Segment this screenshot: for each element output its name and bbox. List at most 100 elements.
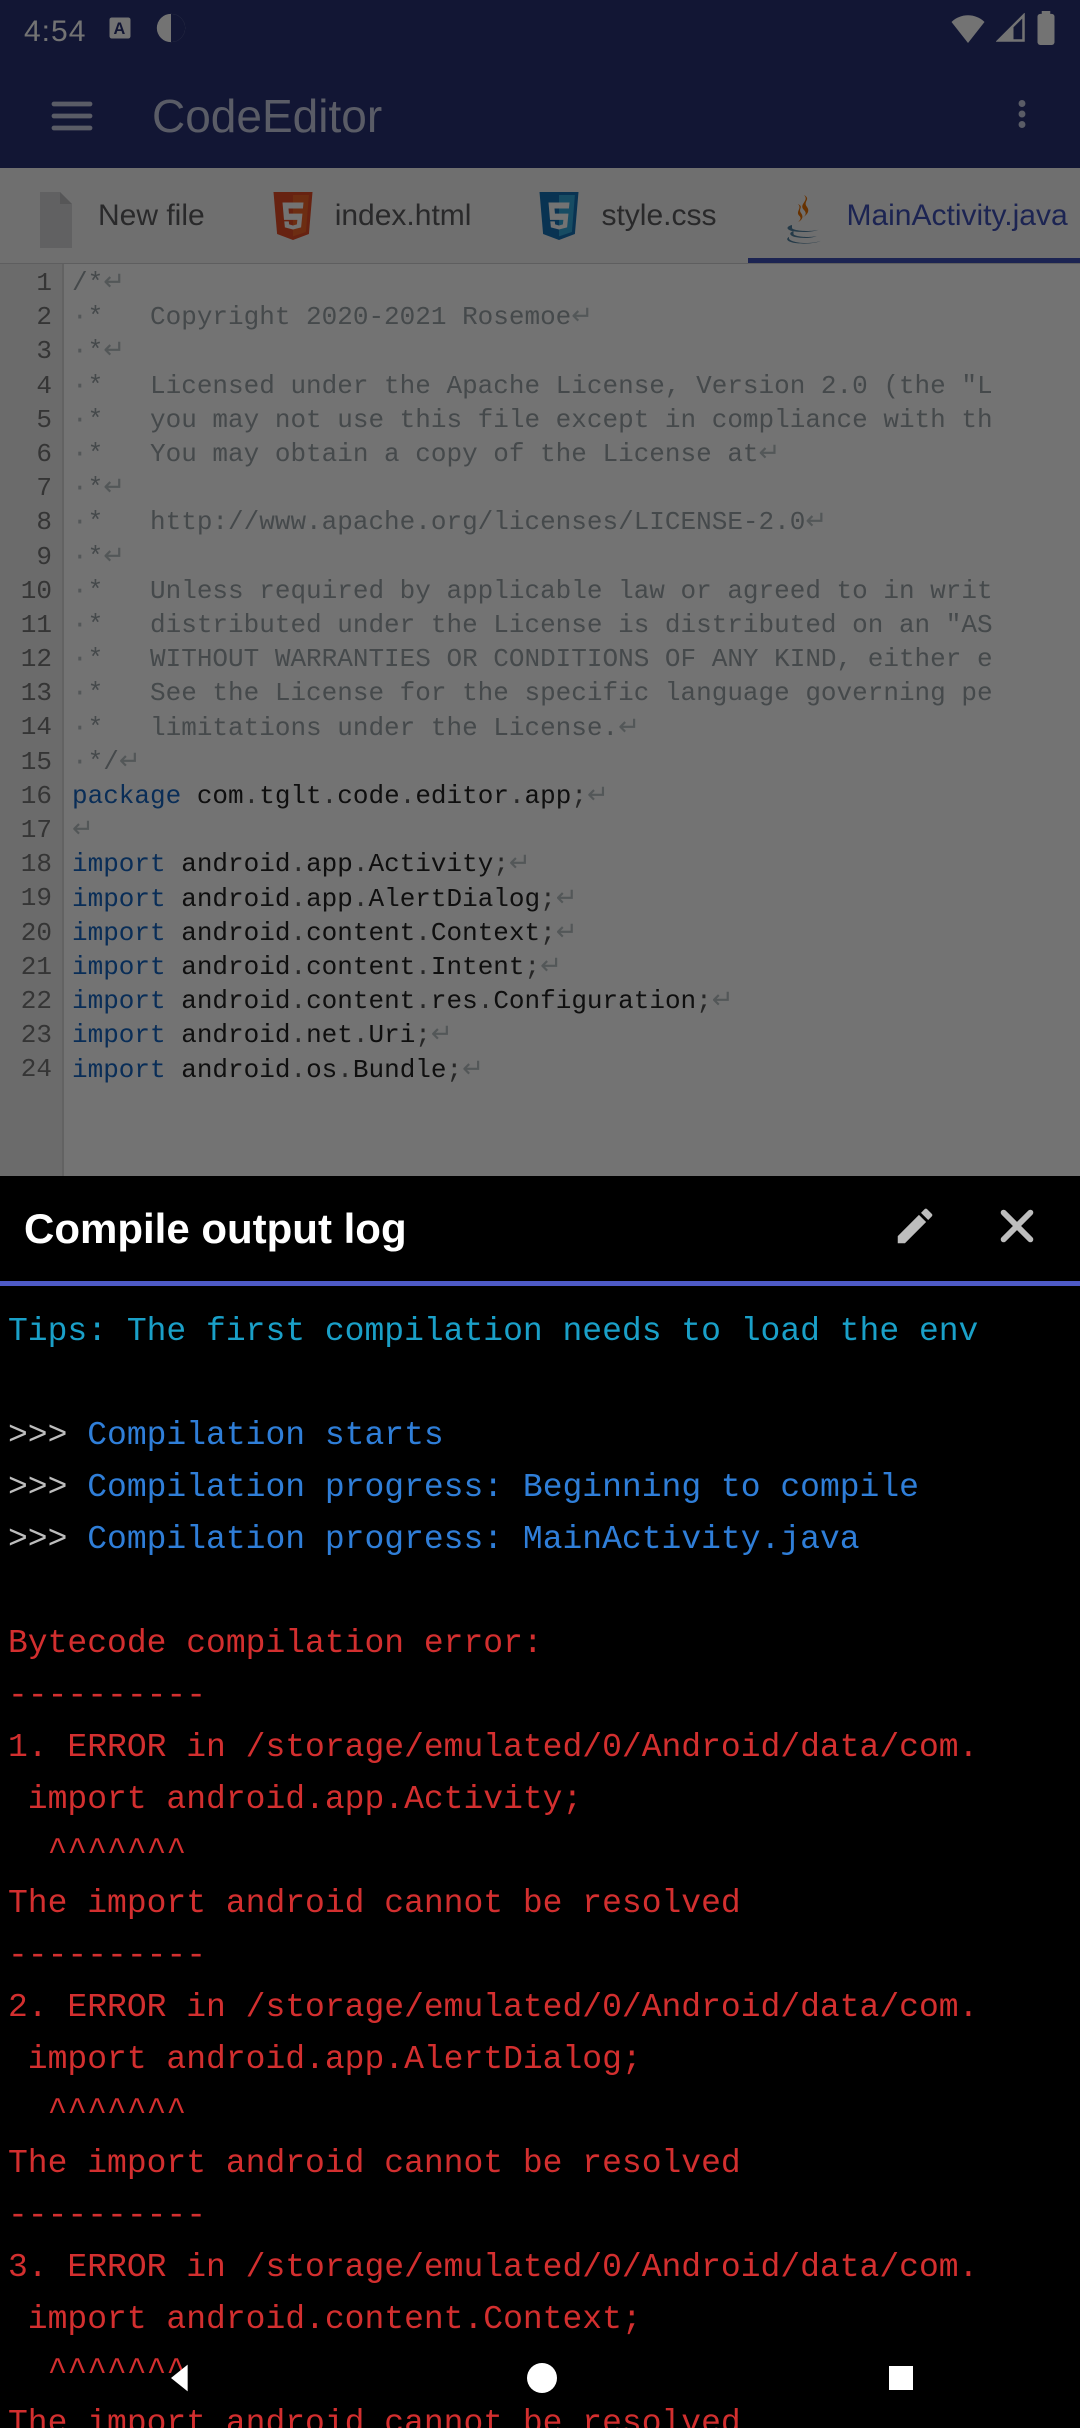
code-line: ↵ xyxy=(72,813,1080,847)
log-line: >>> Compilation progress: MainActivity.j… xyxy=(8,1514,1072,1566)
line-number: 20 xyxy=(0,916,62,950)
line-number: 22 xyxy=(0,984,62,1018)
app-title: CodeEditor xyxy=(152,89,382,143)
menu-icon[interactable] xyxy=(48,92,96,140)
file-type-icon xyxy=(32,192,80,240)
line-number: 7 xyxy=(0,471,62,505)
tab-index-html[interactable]: index.html xyxy=(237,168,504,263)
log-line: The import android cannot be resolved xyxy=(8,1878,1072,1930)
tab-label: New file xyxy=(98,199,205,233)
line-number: 24 xyxy=(0,1052,62,1086)
log-line: ^^^^^^^ xyxy=(8,1826,1072,1878)
tab-new-file[interactable]: New file xyxy=(0,168,237,263)
line-number: 19 xyxy=(0,881,62,915)
nav-recent-icon[interactable] xyxy=(883,2360,919,2401)
compile-panel-header: Compile output log xyxy=(0,1176,1080,1286)
code-line: ·* WITHOUT WARRANTIES OR CONDITIONS OF A… xyxy=(72,642,1080,676)
compile-log[interactable]: Tips: The first compilation needs to loa… xyxy=(0,1286,1080,2428)
file-type-icon xyxy=(780,192,828,240)
file-type-icon xyxy=(535,192,583,240)
code-line: ·* you may not use this file except in c… xyxy=(72,403,1080,437)
file-tabs: New file index.html style.css MainActivity.… xyxy=(0,168,1080,264)
line-number: 21 xyxy=(0,950,62,984)
log-line: ---------- xyxy=(8,1930,1072,1982)
code-line: import android.os.Bundle;↵ xyxy=(72,1053,1080,1087)
status-time: 4:54 xyxy=(24,15,86,49)
compile-panel: Compile output log Tips: The first compi… xyxy=(0,1176,1080,2332)
log-line: import android.app.Activity; xyxy=(8,1774,1072,1826)
nav-home-icon[interactable] xyxy=(522,2358,562,2403)
signal-icon xyxy=(996,13,1026,51)
code-line: ·* Licensed under the Apache License, Ve… xyxy=(72,369,1080,403)
line-number: 11 xyxy=(0,608,62,642)
battery-icon xyxy=(1036,11,1056,53)
compile-panel-title: Compile output log xyxy=(24,1205,407,1253)
line-number: 14 xyxy=(0,710,62,744)
keyboard-icon: A xyxy=(106,14,134,50)
code-line: ·* You may obtain a copy of the License … xyxy=(72,437,1080,471)
line-number: 13 xyxy=(0,676,62,710)
line-number: 8 xyxy=(0,505,62,539)
code-line: import android.app.Activity;↵ xyxy=(72,847,1080,881)
more-icon[interactable] xyxy=(1004,90,1040,143)
code-line: import android.content.Context;↵ xyxy=(72,916,1080,950)
tab-mainactivity-java[interactable]: MainActivity.java xyxy=(748,168,1080,263)
log-line: ---------- xyxy=(8,1670,1072,1722)
code-line: ·*↵ xyxy=(72,471,1080,505)
tab-label: MainActivity.java xyxy=(846,199,1067,233)
line-number: 10 xyxy=(0,574,62,608)
code-editor[interactable]: 123456789101112131415161718192021222324 … xyxy=(0,264,1080,1176)
log-line: 3. ERROR in /storage/emulated/0/Android/… xyxy=(8,2242,1072,2294)
contrast-icon xyxy=(154,11,188,53)
code-line: import android.net.Uri;↵ xyxy=(72,1018,1080,1052)
tab-style-css[interactable]: style.css xyxy=(503,168,748,263)
tab-label: style.css xyxy=(601,199,716,233)
line-number: 4 xyxy=(0,369,62,403)
tab-label: index.html xyxy=(335,199,472,233)
log-line: 1. ERROR in /storage/emulated/0/Android/… xyxy=(8,1722,1072,1774)
code-line: ·* distributed under the License is dist… xyxy=(72,608,1080,642)
code-line: import android.content.res.Configuration… xyxy=(72,984,1080,1018)
line-number: 3 xyxy=(0,334,62,368)
log-line: Tips: The first compilation needs to loa… xyxy=(8,1306,1072,1358)
nav-back-icon[interactable] xyxy=(161,2358,201,2403)
code-line: ·* Copyright 2020-2021 Rosemoe↵ xyxy=(72,300,1080,334)
line-number: 2 xyxy=(0,300,62,334)
svg-text:A: A xyxy=(114,20,127,38)
file-type-icon xyxy=(269,192,317,240)
line-number: 16 xyxy=(0,779,62,813)
line-number: 9 xyxy=(0,540,62,574)
app-bar: CodeEditor xyxy=(0,64,1080,168)
code-line: ·* http://www.apache.org/licenses/LICENS… xyxy=(72,505,1080,539)
log-line: ---------- xyxy=(8,2190,1072,2242)
code-line: ·*↵ xyxy=(72,334,1080,368)
code-line: ·* Unless required by applicable law or … xyxy=(72,574,1080,608)
log-line: The import android cannot be resolved xyxy=(8,2138,1072,2190)
line-number: 15 xyxy=(0,745,62,779)
log-line xyxy=(8,1566,1072,1618)
wifi-icon xyxy=(950,13,986,51)
log-line: >>> Compilation starts xyxy=(8,1410,1072,1462)
line-number: 23 xyxy=(0,1018,62,1052)
log-line: 2. ERROR in /storage/emulated/0/Android/… xyxy=(8,1982,1072,2034)
log-line: ^^^^^^^ xyxy=(8,2086,1072,2138)
code-line: import android.app.AlertDialog;↵ xyxy=(72,882,1080,916)
log-line: >>> Compilation progress: Beginning to c… xyxy=(8,1462,1072,1514)
line-number: 18 xyxy=(0,847,62,881)
status-bar: 4:54 A xyxy=(0,0,1080,64)
line-number: 17 xyxy=(0,813,62,847)
line-number: 1 xyxy=(0,266,62,300)
code-content[interactable]: /*↵·* Copyright 2020-2021 Rosemoe↵·*↵·* … xyxy=(72,266,1080,1087)
code-line: ·* See the License for the specific lang… xyxy=(72,676,1080,710)
log-line xyxy=(8,1358,1072,1410)
line-number: 5 xyxy=(0,403,62,437)
close-icon[interactable] xyxy=(994,1203,1040,1254)
code-line: import android.content.Intent;↵ xyxy=(72,950,1080,984)
code-line: ·*↵ xyxy=(72,540,1080,574)
log-line: import android.app.AlertDialog; xyxy=(8,2034,1072,2086)
edit-icon[interactable] xyxy=(892,1203,938,1254)
line-gutter: 123456789101112131415161718192021222324 xyxy=(0,264,64,1176)
code-line: /*↵ xyxy=(72,266,1080,300)
code-line: package com.tglt.code.editor.app;↵ xyxy=(72,779,1080,813)
code-line: ·* limitations under the License.↵ xyxy=(72,711,1080,745)
